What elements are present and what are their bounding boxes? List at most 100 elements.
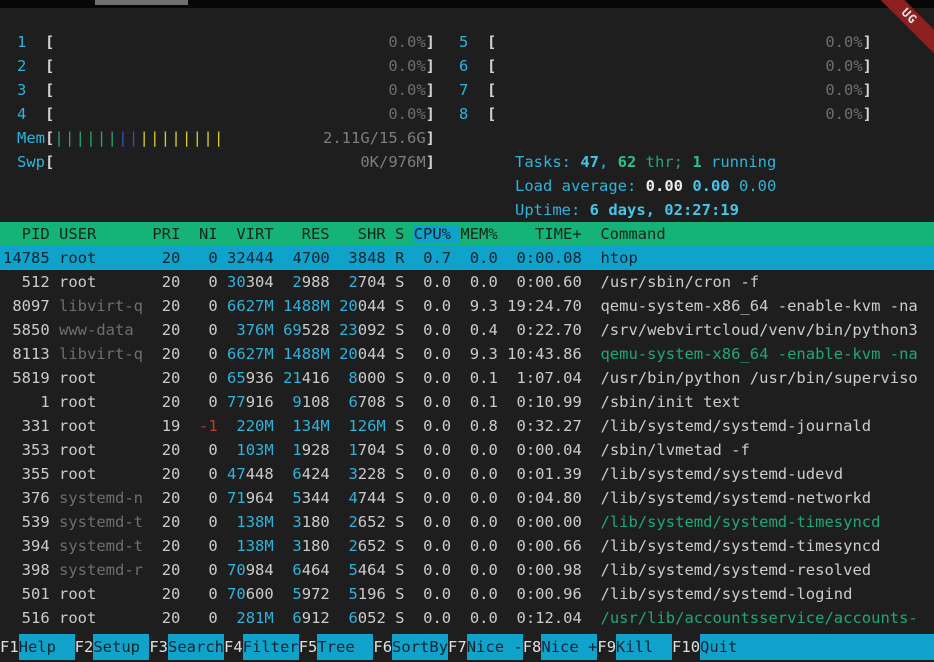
column-header-res[interactable]: RES [283,225,339,243]
cell-pid: 5850 [3,321,50,339]
process-row-pid-516[interactable]: 516 root 20 0 281M 6912 6052 S 0.0 0.0 0… [0,606,934,630]
cell-time: 0:00.08 [507,249,582,267]
cell-user: root [59,609,143,627]
cell-res-lo: 180 [302,537,330,555]
process-row-pid-376[interactable]: 376 systemd-n 20 0 71964 5344 4744 S 0.0… [0,486,934,510]
cell-pid: 512 [3,273,50,291]
cell-time: 0:00.96 [507,585,582,603]
cell-virt-hi: 138M [236,513,273,531]
fkey-f3-search[interactable]: F3Search [149,634,224,660]
cpu-meter-1-label: 1 [17,30,45,54]
fkey-f10-quit[interactable]: F10Quit [672,634,934,660]
column-header-cpu[interactable]: CPU% [414,225,461,243]
mem-meter: Mem[||||||||||||||||2.11G/15.6G] [17,126,435,150]
cell-shr-hi: 2 [348,273,357,291]
cell-shr-lo: 704 [358,273,386,291]
cell-shr-lo: 228 [358,465,386,483]
column-header-user[interactable]: USER [59,225,152,243]
cpu-meter-5-value: 0.0% [825,30,862,54]
cell-mem: 0.0 [460,273,497,291]
fkey-f4-filter[interactable]: F4Filter [224,634,299,660]
cell-ni: 0 [190,537,218,555]
cell-pri: 20 [152,393,180,411]
mem-meter-label: Mem [17,126,45,150]
process-row-pid-5850[interactable]: 5850 www-data 20 0 376M 69528 23092 S 0.… [0,318,934,342]
process-row-pid-5819[interactable]: 5819 root 20 0 65936 21416 8000 S 0.0 0.… [0,366,934,390]
cell-virt-lo: 936 [246,369,274,387]
cell-shr-lo: 708 [358,393,386,411]
cell-res-lo: 108 [302,393,330,411]
cell-pri: 19 [152,417,180,435]
cell-time: 10:43.86 [507,345,582,363]
fkey-f5-tree[interactable]: F5Tree [299,634,374,660]
cell-ni: 0 [190,489,218,507]
cell-time: 0:10.99 [507,393,582,411]
column-header-shr[interactable]: SHR [339,225,395,243]
f3-key-label: F3 [149,634,168,660]
f7-action-label: Nice - [467,634,523,660]
htop-terminal-window: UG 1[0.0%]2[0.0%]3[0.0%]4[0.0%]Mem[|||||… [0,0,934,662]
f4-key-label: F4 [224,634,243,660]
swp-meter-label: Swp [17,150,45,174]
cell-pri: 20 [152,441,180,459]
column-header-pid[interactable]: PID [3,225,59,243]
cell-time: 1:07.04 [507,369,582,387]
swp-meter-value: 0K/976M [360,150,425,174]
cell-command: /usr/lib/accountsservice/accounts- [600,609,917,627]
cell-pri: 20 [152,561,180,579]
cell-ni: 0 [190,369,218,387]
fkey-f9-kill[interactable]: F9Kill [597,634,672,660]
cell-res-hi: 3 [292,513,301,531]
cpu-meter-5-label: 5 [459,30,487,54]
process-row-pid-501[interactable]: 501 root 20 0 70600 5972 5196 S 0.0 0.0 … [0,582,934,606]
fkey-f1-help[interactable]: F1Help [0,634,75,660]
process-row-pid-512[interactable]: 512 root 20 0 30304 2988 2704 S 0.0 0.0 … [0,270,934,294]
cell-pid: 398 [3,561,50,579]
cell-shr-lo: 000 [358,369,386,387]
f8-key-label: F8 [523,634,542,660]
cell-ni: 0 [190,561,218,579]
cell-shr-lo: 464 [358,561,386,579]
process-row-pid-398[interactable]: 398 systemd-r 20 0 70984 6464 5464 S 0.0… [0,558,934,582]
fkey-f6-sortby[interactable]: F6SortBy [373,634,448,660]
cell-ni: 0 [190,441,218,459]
column-header-mem[interactable]: MEM% [460,225,507,243]
cell-virt-lo: 32444 [227,249,274,267]
process-row-pid-355[interactable]: 355 root 20 0 47448 6424 3228 S 0.0 0.0 … [0,462,934,486]
column-header-command[interactable]: Command [600,225,665,243]
cell-user: libvirt-q [59,345,143,363]
meters-left-column: 1[0.0%]2[0.0%]3[0.0%]4[0.0%]Mem[||||||||… [17,30,435,174]
cell-user: systemd-n [59,489,143,507]
cell-user: root [59,585,143,603]
f9-action-label: Kill [616,634,672,660]
cell-cpu: 0.0 [414,537,451,555]
process-row-pid-353[interactable]: 353 root 20 0 103M 1928 1704 S 0.0 0.0 0… [0,438,934,462]
cell-res-lo: 424 [302,465,330,483]
cell-pid: 8113 [3,345,50,363]
fkey-f7-nice[interactable]: F7Nice - [448,634,523,660]
process-row-pid-394[interactable]: 394 systemd-t 20 0 138M 3180 2652 S 0.0 … [0,534,934,558]
column-header-virt[interactable]: VIRT [227,225,283,243]
process-row-pid-8097[interactable]: 8097 libvirt-q 20 0 6627M 1488M 20044 S … [0,294,934,318]
cell-pid: 5819 [3,369,50,387]
cpu-meter-7-value: 0.0% [825,78,862,102]
process-row-pid-1[interactable]: 1 root 20 0 77916 9108 6708 S 0.0 0.1 0:… [0,390,934,414]
process-row-pid-8113[interactable]: 8113 libvirt-q 20 0 6627M 1488M 20044 S … [0,342,934,366]
cell-res-lo: 988 [302,273,330,291]
fkey-f8-nice[interactable]: F8Nice + [523,634,598,660]
cell-res-lo: 928 [302,441,330,459]
column-header-pri[interactable]: PRI [152,225,189,243]
cell-time: 0:00.98 [507,561,582,579]
column-header-s[interactable]: S [395,225,414,243]
cell-virt-hi: 65 [227,369,246,387]
fkey-f2-setup[interactable]: F2Setup [75,634,150,660]
process-row-pid-539[interactable]: 539 systemd-t 20 0 138M 3180 2652 S 0.0 … [0,510,934,534]
cell-ni: 0 [190,465,218,483]
process-row-pid-331[interactable]: 331 root 19 -1 220M 134M 126M S 0.0 0.8 … [0,414,934,438]
cell-virt-lo: 916 [246,393,274,411]
column-header-time[interactable]: TIME+ [507,225,600,243]
cell-pri: 20 [152,345,180,363]
cell-res-lo: 344 [302,489,330,507]
process-row-pid-14785[interactable]: 14785 root 20 0 32444 4700 3848 R 0.7 0.… [0,246,934,270]
column-header-ni[interactable]: NI [190,225,227,243]
